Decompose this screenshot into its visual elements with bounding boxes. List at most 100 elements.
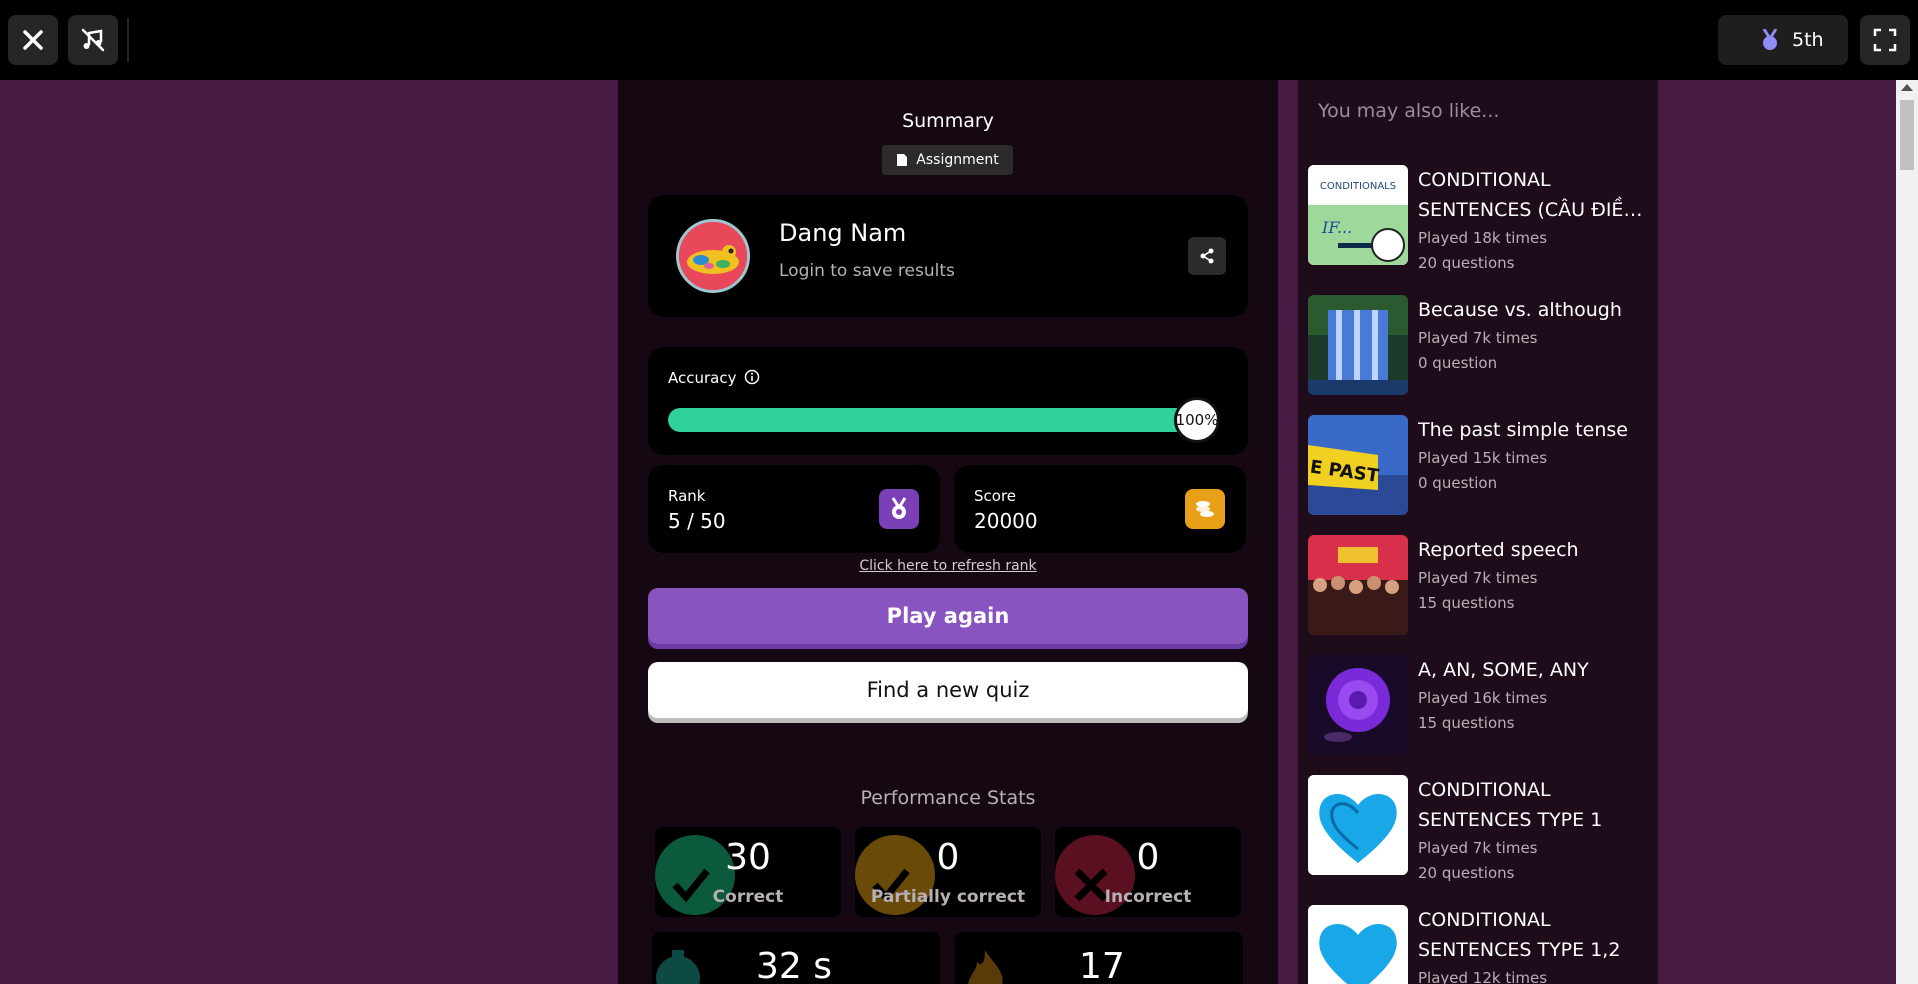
profile-card: Dang Nam Login to save results (648, 195, 1248, 317)
topbar-divider (127, 18, 129, 62)
recommendation-thumbnail (1308, 775, 1408, 875)
fire-icon (968, 950, 1003, 984)
incorrect-label: Incorrect (1104, 887, 1192, 907)
find-new-quiz-button[interactable]: Find a new quiz (648, 662, 1248, 718)
recommendation-questions: 0 question (1418, 354, 1498, 372)
recommendation-played: Played 15k times (1418, 449, 1548, 467)
rank-pill: 5th (1718, 15, 1848, 65)
fullscreen-button[interactable] (1860, 15, 1910, 65)
correct-count: 30 (725, 837, 771, 878)
top-bar: 5th (0, 0, 1918, 80)
correct-label: Correct (712, 887, 784, 907)
page-scrollbar[interactable] (1896, 80, 1918, 984)
recommendation-thumbnail (1308, 905, 1408, 984)
player-name: Dang Nam (779, 219, 907, 247)
accuracy-card: Accuracy 100% (648, 347, 1248, 455)
recommendation-played: Played 18k times (1418, 229, 1548, 247)
medal-icon (1762, 29, 1778, 50)
timer-icon (656, 950, 700, 984)
recommendation-title: The past simple tense (1418, 419, 1628, 441)
share-button[interactable] (1188, 237, 1226, 275)
recommendation-thumbnail (1308, 535, 1408, 635)
recommendation-thumbnail: CONDITIONALS IF... (1308, 165, 1408, 265)
recommendations-rail: You may also like... CONDITIONALS IF... … (1298, 80, 1658, 984)
recommendation-thumbnail (1308, 655, 1408, 755)
recommendation-title: CONDITIONAL SENTENCES TYPE 1 (1418, 779, 1603, 831)
recommendation-thumbnail: E PAST (1308, 415, 1408, 515)
coins-icon (1196, 501, 1214, 517)
partially-correct-count: 0 (936, 837, 960, 878)
document-icon (897, 154, 908, 166)
score-coins-badge (1185, 489, 1225, 529)
assignment-badge-label: Assignment (916, 152, 999, 168)
recommendation-questions: 20 questions (1418, 864, 1515, 882)
accuracy-bar-fill (668, 408, 1196, 432)
incorrect-stat-box: 0 Incorrect (1055, 827, 1241, 917)
assignment-badge: Assignment (882, 145, 1013, 175)
summary-panel: Summary Assignment Dang Nam Login to sav… (618, 80, 1278, 984)
past-sign-image: E PAST (1308, 415, 1408, 515)
accuracy-label: Accuracy (668, 369, 737, 387)
summary-title: Summary (902, 110, 994, 132)
purple-rose-image (1308, 655, 1408, 755)
partially-correct-label: Partially correct (870, 887, 1026, 907)
recommendation-played: Played 7k times (1418, 569, 1538, 587)
recommendation-played: Played 12k times (1418, 969, 1548, 984)
time-per-question-value: 32 s (756, 946, 833, 984)
avatar-frog-icon (679, 222, 747, 290)
streak-value: 17 (1079, 946, 1125, 984)
recommendation-item[interactable]: Reported speech Played 7k times 15 quest… (1308, 535, 1648, 635)
close-button[interactable] (8, 15, 58, 65)
correct-stat-box: 30 Correct (655, 827, 841, 917)
recommendation-title: Reported speech (1418, 539, 1579, 561)
recommendation-item[interactable]: E PAST The past simple tense Played 15k … (1308, 415, 1648, 515)
music-off-icon (81, 28, 105, 52)
crowd-image (1308, 535, 1408, 635)
scrollbar-thumb[interactable] (1900, 100, 1914, 170)
performance-stats-title: Performance Stats (860, 787, 1036, 809)
medal-icon (891, 497, 907, 519)
streak-box: 17 (955, 932, 1243, 984)
recommendation-questions: 15 questions (1418, 714, 1515, 732)
login-to-save-text[interactable]: Login to save results (779, 261, 955, 281)
rank-medal-badge (879, 489, 919, 529)
blue-heart-image (1308, 905, 1408, 984)
accuracy-bar (668, 408, 1196, 432)
recommendation-item[interactable]: CONDITIONALS IF... CONDITIONAL SENTENCES … (1308, 165, 1650, 275)
close-icon (23, 30, 43, 50)
rank-label: Rank (668, 487, 706, 505)
recommendation-title: A, AN, SOME, ANY (1418, 659, 1589, 681)
recommendation-item[interactable]: CONDITIONAL SENTENCES TYPE 1 Played 7k ti… (1308, 775, 1648, 885)
recommendation-title: Because vs. although (1418, 299, 1622, 321)
recommendation-title: CONDITIONAL SENTENCES TYPE 1,2 (1418, 909, 1621, 961)
fullscreen-icon (1873, 28, 1897, 52)
rank-value: 5 / 50 (668, 509, 726, 533)
mute-music-button[interactable] (68, 15, 118, 65)
recommendation-item[interactable]: Because vs. although Played 7k times 0 q… (1308, 295, 1648, 395)
avatar (676, 219, 750, 293)
incorrect-count: 0 (1136, 837, 1160, 878)
refresh-rank-link[interactable]: Click here to refresh rank (618, 558, 1278, 574)
recommendation-questions: 0 question (1418, 474, 1498, 492)
recommendations-title: You may also like... (1318, 100, 1500, 122)
recommendation-item[interactable]: A, AN, SOME, ANY Played 16k times 15 que… (1308, 655, 1648, 755)
time-per-question-box: 32 s (652, 932, 940, 984)
info-icon[interactable] (744, 369, 760, 385)
recommendation-played: Played 16k times (1418, 689, 1548, 707)
blue-heart-image (1308, 775, 1408, 875)
recommendation-thumbnail (1308, 295, 1408, 395)
thumb-caption: CONDITIONALS (1320, 181, 1396, 192)
scroll-up-arrow-icon[interactable] (1901, 84, 1913, 91)
waterfall-image (1308, 295, 1408, 395)
play-again-button[interactable]: Play again (648, 588, 1248, 644)
conditionals-thumb-icon: CONDITIONALS IF... (1308, 165, 1408, 265)
recommendation-item[interactable]: CONDITIONAL SENTENCES TYPE 1,2 Played 12k… (1308, 905, 1648, 984)
score-label: Score (974, 487, 1017, 505)
recommendation-title: CONDITIONAL SENTENCES (CÂU ĐIỀU... (1418, 169, 1650, 221)
recommendation-played: Played 7k times (1418, 329, 1538, 347)
partially-correct-stat-box: 0 Partially correct (855, 827, 1041, 917)
thumb-caption: IF... (1321, 218, 1352, 237)
recommendation-played: Played 7k times (1418, 839, 1538, 857)
rank-card: Rank 5 / 50 (648, 465, 940, 553)
recommendation-questions: 20 questions (1418, 254, 1515, 272)
